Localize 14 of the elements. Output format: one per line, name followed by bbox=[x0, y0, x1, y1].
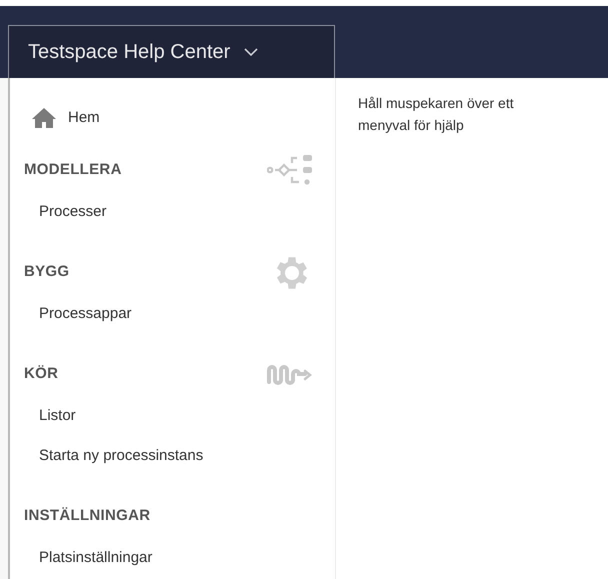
home-link[interactable]: Hem bbox=[24, 107, 313, 130]
section-heading: INSTÄLLNINGAR bbox=[24, 506, 150, 526]
section-heading: MODELLERA bbox=[24, 160, 122, 180]
menu-item[interactable]: Processer bbox=[24, 192, 107, 232]
menu-item[interactable]: Starta ny processinstans bbox=[24, 436, 204, 476]
chevron-down-icon bbox=[244, 48, 258, 56]
menu-item[interactable]: Processappar bbox=[24, 294, 132, 334]
home-icon bbox=[32, 108, 56, 128]
help-text: Håll muspekaren över ett menyval för hjälp bbox=[358, 94, 515, 135]
section-heading: BYGG bbox=[24, 262, 70, 282]
help-center-dropdown[interactable]: Testspace Help Center bbox=[8, 25, 335, 78]
menu-item[interactable]: Platsinställningar bbox=[24, 538, 152, 578]
section-heading: KÖR bbox=[24, 364, 58, 384]
menu-item[interactable]: Listor bbox=[24, 396, 76, 436]
